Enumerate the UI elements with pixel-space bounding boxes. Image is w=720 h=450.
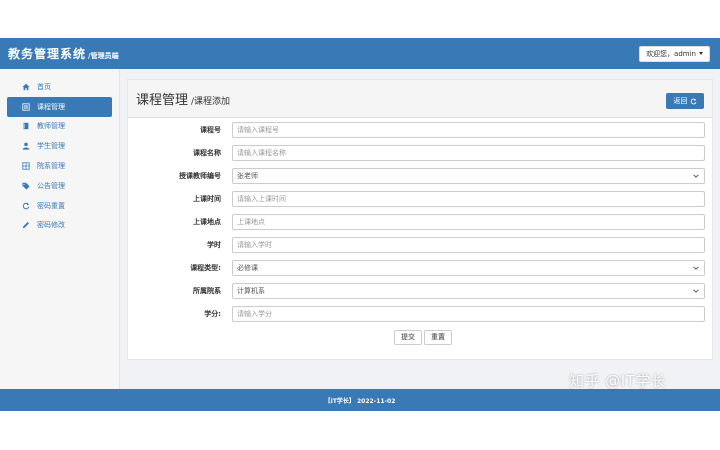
course-type-label: 课程类型: xyxy=(190,264,221,272)
top-navbar: 教务管理系统 /管理员端 欢迎您，admin xyxy=(0,38,720,69)
sidebar-item-student[interactable]: 学生管理 xyxy=(7,136,112,156)
course-id-label: 课程号 xyxy=(200,126,221,134)
page-title: 课程管理 xyxy=(136,93,189,108)
hours-input[interactable]: 请输入学时 xyxy=(232,237,705,253)
app-frame: 教务管理系统 /管理员端 欢迎您，admin 首页 课程管理 教师管理 学生管理… xyxy=(0,38,720,411)
sidebar-item-label: 院系管理 xyxy=(37,162,65,171)
location-label: 上课地点 xyxy=(193,218,221,226)
department-label: 所属院系 xyxy=(193,287,221,295)
department-select[interactable]: 计算机系 xyxy=(232,283,705,299)
refresh-icon xyxy=(21,201,31,211)
sidebar-item-label: 密码重置 xyxy=(37,201,65,210)
sidebar-item-label: 教师管理 xyxy=(37,122,65,131)
reset-button[interactable]: 重置 xyxy=(424,330,452,345)
sidebar-item-home[interactable]: 首页 xyxy=(7,77,112,97)
sidebar-item-password-reset[interactable]: 密码重置 xyxy=(7,196,112,216)
submit-button[interactable]: 提交 xyxy=(394,330,422,345)
footer: 【IT学长】 2022-11-02 xyxy=(0,389,720,411)
form-row-course-id: 课程号 请输入课程号 xyxy=(128,122,712,138)
home-icon xyxy=(21,82,31,92)
form-actions: 提交 重置 xyxy=(394,330,452,345)
user-menu-label: 欢迎您，admin xyxy=(646,49,696,58)
sidebar-item-label: 首页 xyxy=(37,82,51,91)
department-value: 计算机系 xyxy=(237,287,265,295)
course-name-input[interactable]: 请输入课程名称 xyxy=(232,145,705,161)
app-subtitle: /管理员端 xyxy=(88,52,119,60)
back-button-label: 返回 xyxy=(673,97,688,105)
course-add-panel: 课程管理 /课程添加 返回 课程号 请输入课程号 课程名称 请输入课程名称 授课… xyxy=(127,79,713,360)
user-menu-button[interactable]: 欢迎您，admin xyxy=(639,45,710,62)
sidebar-item-department[interactable]: 院系管理 xyxy=(7,156,112,176)
chevron-down-icon xyxy=(693,174,699,178)
form-row-hours: 学时 请输入学时 xyxy=(128,237,712,253)
sidebar-item-notice[interactable]: 公告管理 xyxy=(7,176,112,196)
class-time-label: 上课时间 xyxy=(193,195,221,203)
form-row-course-name: 课程名称 请输入课程名称 xyxy=(128,145,712,161)
refresh-icon xyxy=(690,98,696,104)
book-icon xyxy=(21,121,31,131)
user-icon xyxy=(21,141,31,151)
app-title: 教务管理系统 xyxy=(8,47,87,61)
list-icon xyxy=(21,102,31,112)
teacher-select[interactable]: 张老师 xyxy=(232,168,705,184)
footer-text: 【IT学长】 2022-11-02 xyxy=(324,397,396,405)
sidebar-item-password-change[interactable]: 密码修改 xyxy=(7,216,112,236)
course-name-label: 课程名称 xyxy=(193,149,221,157)
form-row-class-time: 上课时间 请输入上课时间 xyxy=(128,191,712,207)
form-row-teacher: 授课教师编号 张老师 xyxy=(128,168,712,184)
sidebar-item-course[interactable]: 课程管理 xyxy=(7,96,112,117)
teacher-select-value: 张老师 xyxy=(237,172,258,180)
page-subtitle: /课程添加 xyxy=(191,96,231,107)
chevron-down-icon xyxy=(693,289,699,293)
sidebar-item-label: 课程管理 xyxy=(37,102,65,111)
sidebar-item-label: 学生管理 xyxy=(37,142,65,151)
sidebar-item-teacher[interactable]: 教师管理 xyxy=(7,117,112,137)
chevron-down-icon xyxy=(693,266,699,270)
sidebar: 首页 课程管理 教师管理 学生管理 院系管理 公告管理 密码重置 密码修改 xyxy=(0,69,120,389)
hours-label: 学时 xyxy=(207,241,221,249)
back-button[interactable]: 返回 xyxy=(666,93,704,109)
watermark: 知乎 @IT学长 xyxy=(569,372,667,390)
teacher-label: 授课教师编号 xyxy=(179,172,221,180)
pencil-icon xyxy=(21,220,31,230)
brand: 教务管理系统 /管理员端 xyxy=(8,45,119,62)
sidebar-item-label: 密码修改 xyxy=(37,221,65,230)
tags-icon xyxy=(21,181,31,191)
form-row-credits: 学分: 请输入学分 xyxy=(128,306,712,322)
form-row-course-type: 课程类型: 必修课 xyxy=(128,260,712,276)
credits-input[interactable]: 请输入学分 xyxy=(232,306,705,322)
sidebar-item-label: 公告管理 xyxy=(37,181,65,190)
class-time-input[interactable]: 请输入上课时间 xyxy=(232,191,705,207)
form-row-location: 上课地点 上课地点 xyxy=(128,214,712,230)
location-input[interactable]: 上课地点 xyxy=(232,214,705,230)
course-id-input[interactable]: 请输入课程号 xyxy=(232,122,705,138)
form-row-department: 所属院系 计算机系 xyxy=(128,283,712,299)
panel-header: 课程管理 /课程添加 返回 xyxy=(128,80,712,118)
credits-label: 学分: xyxy=(204,310,221,318)
caret-down-icon xyxy=(699,52,703,55)
grid-icon xyxy=(21,161,31,171)
course-type-select[interactable]: 必修课 xyxy=(232,260,705,276)
course-type-value: 必修课 xyxy=(237,264,258,272)
